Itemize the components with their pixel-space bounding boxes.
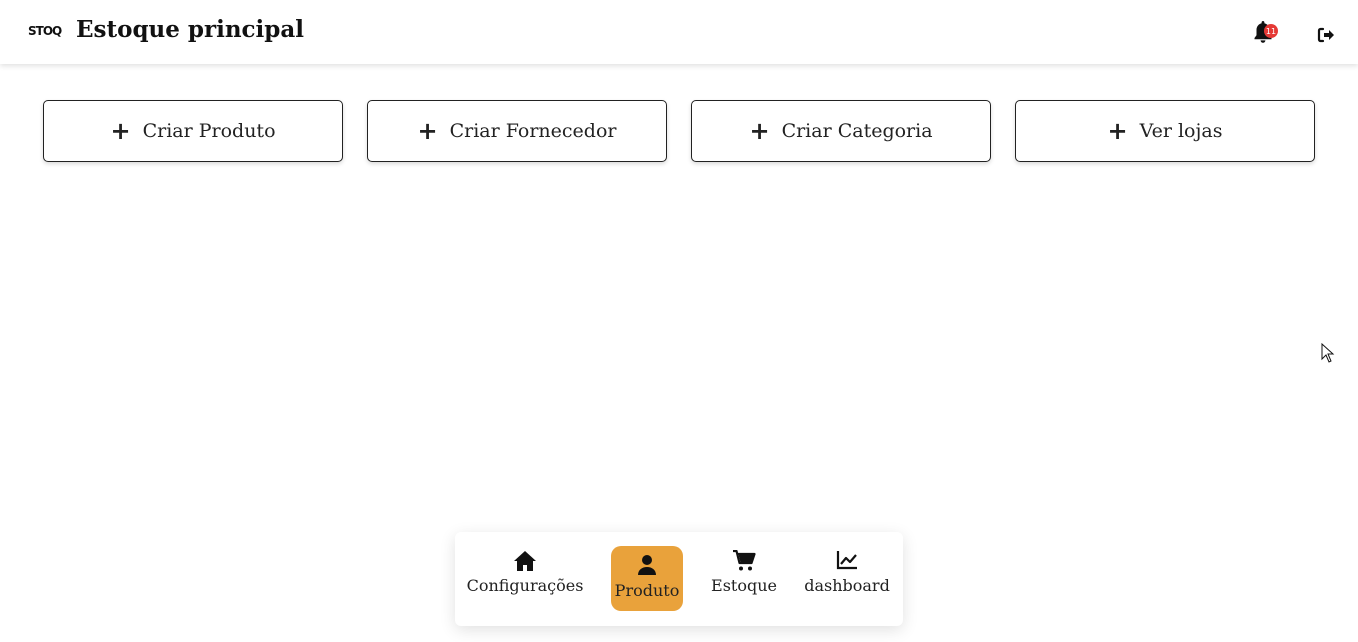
action-label: Ver lojas [1139, 120, 1223, 142]
logout-icon [1317, 27, 1334, 43]
nav-label: dashboard [804, 576, 890, 595]
page-title: Estoque principal [76, 16, 305, 43]
chart-line-icon [836, 551, 857, 570]
cart-icon [733, 550, 756, 571]
plus-icon: + [1107, 117, 1128, 145]
nav-item-configuracoes[interactable]: Configurações [467, 550, 583, 595]
nav-item-estoque[interactable]: Estoque [709, 550, 779, 595]
view-stores-button[interactable]: + Ver lojas [1015, 100, 1315, 162]
top-bar: STOQ Estoque principal 11 [0, 0, 1358, 64]
nav-item-produto[interactable]: Produto [611, 546, 683, 611]
plus-icon: + [749, 117, 770, 145]
nav-label: Produto [614, 581, 680, 600]
create-product-button[interactable]: + Criar Produto [43, 100, 343, 162]
nav-label: Configurações [466, 576, 584, 595]
plus-icon: + [417, 117, 438, 145]
nav-label: Estoque [711, 576, 777, 595]
user-icon [638, 555, 656, 575]
plus-icon: + [110, 117, 131, 145]
home-icon [514, 551, 536, 571]
app-logo: STOQ [28, 24, 62, 38]
action-label: Criar Categoria [781, 120, 933, 142]
mouse-cursor-icon [1321, 343, 1335, 363]
create-supplier-button[interactable]: + Criar Fornecedor [367, 100, 667, 162]
notifications-button[interactable]: 11 [1252, 20, 1278, 46]
action-label: Criar Produto [142, 120, 276, 142]
nav-item-dashboard[interactable]: dashboard [804, 550, 890, 595]
logout-button[interactable] [1317, 26, 1335, 44]
create-category-button[interactable]: + Criar Categoria [691, 100, 991, 162]
notification-badge: 11 [1264, 24, 1278, 38]
bottom-navigation: Configurações Produto Estoque dashboard [455, 532, 903, 626]
action-label: Criar Fornecedor [449, 120, 617, 142]
